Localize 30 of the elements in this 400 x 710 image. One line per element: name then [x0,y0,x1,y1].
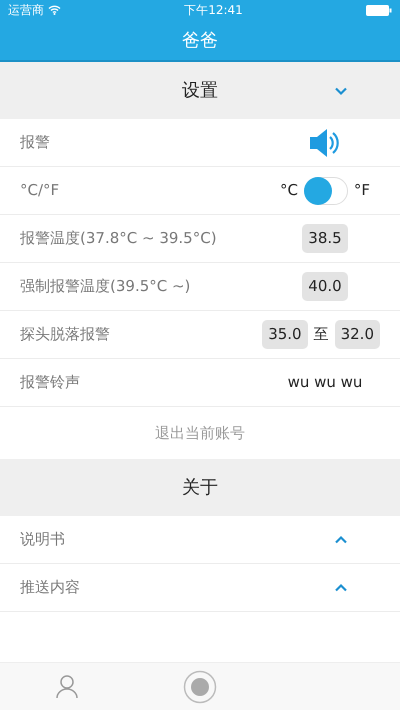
value-field[interactable]: 35.0 [262,320,308,349]
range-separator: 至 [314,324,329,346]
about-item[interactable]: 推送内容 [20,576,80,599]
unit-label: °F [354,180,370,202]
setting-label: 探头脱落报警 [20,324,110,346]
wifi-icon [48,5,61,15]
ringtone-value[interactable]: wu wu wu [288,371,362,394]
carrier-name: 运营商 [8,2,44,19]
chevron-icon[interactable] [334,535,348,544]
setting-label: 报警 [20,132,50,154]
about-item[interactable]: 说明书 [20,528,65,551]
circle-icon[interactable] [182,670,216,704]
person-icon[interactable] [56,674,78,698]
section-title: 关于 [182,476,218,500]
value-field[interactable]: 38.5 [302,224,348,253]
unit-switch[interactable] [304,176,348,204]
battery-icon [366,4,392,16]
value-field[interactable]: 40.0 [302,272,348,301]
setting-label: 报警温度(37.8°C ~ 39.5°C) [20,228,217,250]
value-field[interactable]: 32.0 [334,320,380,349]
unit-label: °C [280,180,298,202]
setting-label: 强制报警温度(39.5°C ~) [20,276,190,298]
status-time: 下午12:41 [184,3,243,17]
section-title: 设置 [182,79,218,103]
speaker-icon[interactable] [308,126,342,158]
chevron-icon[interactable] [334,583,348,592]
setting-label: °C/°F [20,180,60,202]
chevron-icon[interactable] [334,86,348,95]
setting-label: 报警铃声 [20,372,80,394]
page-title: 爸爸 [182,28,218,52]
